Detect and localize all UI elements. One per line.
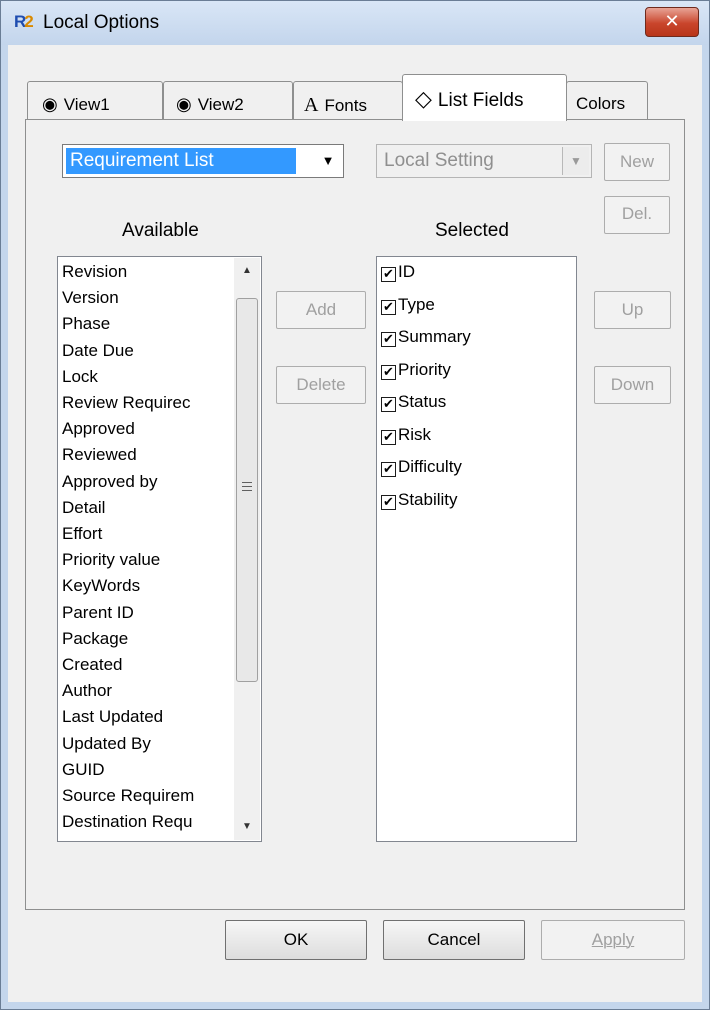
- list-item-label: Status: [398, 392, 447, 411]
- list-item[interactable]: ✔ ID: [381, 259, 415, 285]
- list-item[interactable]: Review Requirec: [62, 390, 191, 416]
- tab-list-fields[interactable]: ◇ List Fields: [402, 74, 567, 121]
- list-item[interactable]: ✔ Stability: [381, 487, 458, 513]
- scroll-down-icon[interactable]: ▼: [234, 814, 260, 840]
- list-item[interactable]: ✔ Priority: [381, 357, 451, 383]
- list-item[interactable]: Priority value: [62, 547, 160, 573]
- setting-dropdown[interactable]: Local Setting ▼: [376, 144, 592, 178]
- list-item[interactable]: Created: [62, 652, 122, 678]
- apply-button[interactable]: Apply: [541, 920, 685, 960]
- list-item[interactable]: Destination Requ: [62, 809, 192, 835]
- eye-icon: ◉: [42, 94, 58, 114]
- list-item-label: Summary: [398, 327, 471, 346]
- list-item[interactable]: Approved: [62, 416, 135, 442]
- checkbox[interactable]: ✔: [381, 494, 396, 510]
- tab-label: Colors: [576, 94, 626, 113]
- list-item[interactable]: Name of sub UML: [62, 835, 199, 841]
- list-item[interactable]: ✔ Difficulty: [381, 454, 462, 480]
- list-item[interactable]: Version: [62, 285, 119, 311]
- list-type-dropdown[interactable]: Requirement List ▼: [62, 144, 344, 178]
- scroll-thumb[interactable]: [236, 298, 258, 682]
- selected-label: Selected: [435, 220, 509, 241]
- tab-colors[interactable]: Colors: [566, 81, 648, 119]
- move-down-button[interactable]: Down: [594, 366, 671, 404]
- delete-button[interactable]: Delete: [276, 366, 366, 404]
- tab-label: View1: [63, 95, 110, 114]
- list-item[interactable]: Author: [62, 678, 112, 704]
- list-item[interactable]: Last Updated: [62, 704, 163, 730]
- list-item[interactable]: Source Requirem: [62, 783, 194, 809]
- tab-label: List Fields: [437, 90, 524, 111]
- list-item-label: ID: [398, 262, 415, 281]
- chevron-down-icon[interactable]: ▼: [562, 147, 589, 175]
- delete-setting-button[interactable]: Del.: [604, 196, 670, 234]
- add-button[interactable]: Add: [276, 291, 366, 329]
- list-item[interactable]: GUID: [62, 757, 105, 783]
- close-icon: ✕: [664, 11, 680, 32]
- list-item[interactable]: Approved by: [62, 469, 157, 495]
- diamond-icon: ◇: [415, 86, 432, 111]
- tab-view2[interactable]: ◉ View2: [163, 81, 293, 119]
- list-item[interactable]: Updated By: [62, 731, 151, 757]
- ok-button[interactable]: OK: [225, 920, 367, 960]
- font-icon: A: [304, 94, 319, 116]
- list-item[interactable]: Package: [62, 626, 128, 652]
- move-up-button[interactable]: Up: [594, 291, 671, 329]
- list-item[interactable]: KeyWords: [62, 573, 140, 599]
- available-label: Available: [122, 220, 199, 241]
- tab-label: Fonts: [324, 96, 367, 115]
- tab-fonts[interactable]: A Fonts: [293, 81, 403, 119]
- eye-icon: ◉: [176, 94, 192, 114]
- app-icon: R2: [14, 12, 34, 31]
- setting-value: Local Setting: [384, 150, 494, 171]
- list-item[interactable]: ✔ Summary: [381, 324, 471, 350]
- list-fields-panel: Requirement List ▼ Local Setting ▼ New D…: [25, 119, 685, 910]
- checkbox[interactable]: ✔: [381, 462, 396, 477]
- dialog-body: ◉ View1 ◉ View2 A Fonts ◇ List Fields Colors…: [8, 45, 702, 1002]
- list-item[interactable]: Detail: [62, 495, 105, 521]
- list-item-label: Stability: [398, 489, 458, 509]
- selected-fields-list[interactable]: ✔ ID ✔ Type ✔ Summary ✔ Priority ✔ Status ✔ Risk ✔ Di…: [376, 256, 577, 842]
- chevron-down-icon[interactable]: ▼: [315, 147, 341, 175]
- checkbox[interactable]: ✔: [381, 299, 396, 315]
- local-options-window: R2 Local Options ✕ ◉ View1 ◉ View2 A Fonts …: [0, 0, 710, 1010]
- checkbox[interactable]: ✔: [381, 397, 396, 412]
- list-item[interactable]: Date Due: [62, 338, 134, 364]
- list-item-label: Type: [398, 294, 435, 314]
- available-fields-list[interactable]: Revision Version Phase Date Due Lock Review R…: [57, 256, 262, 842]
- new-button[interactable]: New: [604, 143, 670, 181]
- checkbox[interactable]: ✔: [381, 429, 396, 445]
- scroll-up-icon[interactable]: ▲: [234, 258, 260, 284]
- tab-label: View2: [197, 95, 244, 114]
- checkbox[interactable]: ✔: [381, 267, 396, 282]
- list-item[interactable]: Effort: [62, 521, 102, 547]
- list-item-label: Difficulty: [398, 457, 462, 476]
- list-item-label: Risk: [398, 424, 432, 444]
- list-item-label: Priority: [398, 359, 451, 379]
- checkbox[interactable]: ✔: [381, 332, 396, 347]
- list-item[interactable]: Parent ID: [62, 600, 134, 626]
- list-item[interactable]: ✔ Type: [381, 292, 435, 318]
- available-scrollbar[interactable]: ▲ ▼: [234, 258, 260, 840]
- checkbox[interactable]: ✔: [381, 364, 396, 380]
- list-item[interactable]: Lock: [62, 364, 98, 390]
- list-type-value: Requirement List: [66, 148, 296, 174]
- window-title: Local Options: [43, 12, 160, 33]
- tab-view1[interactable]: ◉ View1: [27, 81, 163, 119]
- list-item[interactable]: ✔ Risk: [381, 422, 431, 448]
- title-bar[interactable]: R2 Local Options ✕: [1, 1, 709, 45]
- list-item[interactable]: ✔ Status: [381, 389, 446, 415]
- close-button[interactable]: ✕: [645, 7, 699, 37]
- list-item[interactable]: Reviewed: [62, 442, 137, 468]
- cancel-button[interactable]: Cancel: [383, 920, 525, 960]
- list-item[interactable]: Phase: [62, 311, 110, 337]
- list-item[interactable]: Revision: [62, 259, 127, 285]
